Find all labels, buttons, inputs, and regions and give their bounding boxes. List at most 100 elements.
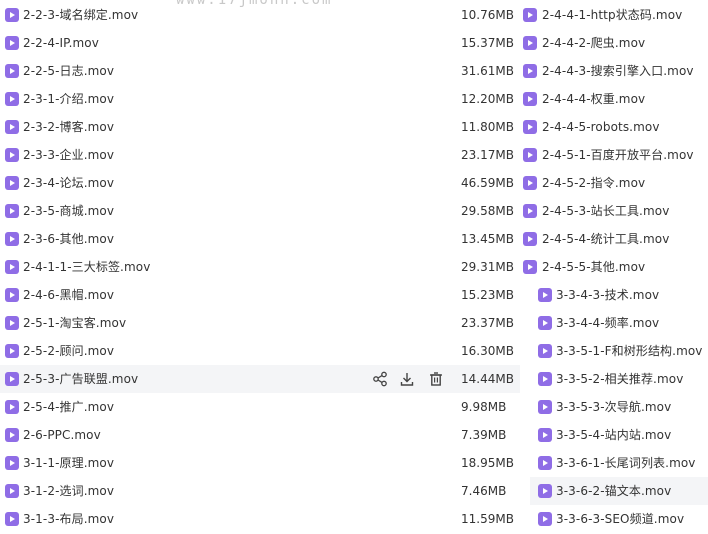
file-row[interactable]: 2-5-3-广告联盟.mov 14.44MB <box>0 365 520 393</box>
file-row[interactable]: 2-3-3-企业.mov 23.17MB <box>0 141 520 169</box>
file-size: 7.46MB <box>461 484 507 498</box>
file-name[interactable]: 2-4-6-黑帽.mov <box>23 288 114 302</box>
file-row[interactable]: 3-3-6-2-锚文本.mov <box>530 477 708 505</box>
file-name[interactable]: 3-3-5-3-次导航.mov <box>556 400 671 414</box>
file-row[interactable]: 2-4-4-3-搜索引擎入口.mov <box>520 57 708 85</box>
file-size: 15.23MB <box>461 288 514 302</box>
file-row[interactable]: 2-3-5-商城.mov 29.58MB <box>0 197 520 225</box>
file-name[interactable]: 3-3-4-3-技术.mov <box>556 288 659 302</box>
download-button[interactable] <box>399 371 415 387</box>
file-row[interactable]: 2-5-4-推广.mov 9.98MB <box>0 393 520 421</box>
file-name[interactable]: 3-3-6-3-SEO频道.mov <box>556 512 684 526</box>
file-name[interactable]: 2-4-4-4-权重.mov <box>542 92 645 106</box>
file-name[interactable]: 2-4-4-1-http状态码.mov <box>542 8 682 22</box>
file-size: 14.44MB <box>461 372 514 386</box>
file-row[interactable]: 2-5-2-顾问.mov 16.30MB <box>0 337 520 365</box>
file-row[interactable]: 3-3-5-2-相关推荐.mov <box>520 365 708 393</box>
file-name[interactable]: 2-2-3-域名绑定.mov <box>23 8 138 22</box>
file-name[interactable]: 3-3-6-1-长尾词列表.mov <box>556 456 696 470</box>
file-row[interactable]: 2-4-1-1-三大标签.mov 29.31MB <box>0 253 520 281</box>
file-name[interactable]: 3-3-4-4-频率.mov <box>556 316 659 330</box>
file-name[interactable]: 2-4-5-5-其他.mov <box>542 260 645 274</box>
file-name[interactable]: 2-5-4-推广.mov <box>23 400 114 414</box>
file-name[interactable]: 2-4-4-2-爬虫.mov <box>542 36 645 50</box>
file-name[interactable]: 2-4-5-3-站长工具.mov <box>542 204 669 218</box>
file-row[interactable]: 2-4-6-黑帽.mov 15.23MB <box>0 281 520 309</box>
file-row[interactable]: 2-6-PPC.mov 7.39MB <box>0 421 520 449</box>
file-name[interactable]: 3-3-5-2-相关推荐.mov <box>556 372 683 386</box>
file-name[interactable]: 3-3-5-4-站内站.mov <box>556 428 671 442</box>
video-file-icon <box>538 344 552 358</box>
file-name[interactable]: 2-3-6-其他.mov <box>23 232 114 246</box>
file-name[interactable]: 2-5-1-淘宝客.mov <box>23 316 126 330</box>
file-row[interactable]: 2-3-2-博客.mov 11.80MB <box>0 113 520 141</box>
file-name[interactable]: 2-3-3-企业.mov <box>23 148 114 162</box>
file-name[interactable]: 2-4-4-3-搜索引擎入口.mov <box>542 64 694 78</box>
file-row[interactable]: 3-3-5-4-站内站.mov <box>520 421 708 449</box>
video-file-icon <box>523 92 537 106</box>
file-row[interactable]: 2-4-4-2-爬虫.mov <box>520 29 708 57</box>
file-row[interactable]: 3-1-1-原理.mov 18.95MB <box>0 449 520 477</box>
video-file-icon <box>523 36 537 50</box>
file-row[interactable]: 3-3-4-4-频率.mov <box>520 309 708 337</box>
file-name[interactable]: 2-3-5-商城.mov <box>23 204 114 218</box>
file-row[interactable]: 2-4-5-1-百度开放平台.mov <box>520 141 708 169</box>
file-size: 12.20MB <box>461 92 514 106</box>
video-file-icon <box>523 8 537 22</box>
file-row[interactable]: 2-4-5-3-站长工具.mov <box>520 197 708 225</box>
file-row[interactable]: 2-4-4-4-权重.mov <box>520 85 708 113</box>
file-row[interactable]: 3-1-2-选词.mov 7.46MB <box>0 477 520 505</box>
video-file-icon <box>538 512 552 526</box>
file-row[interactable]: 2-2-4-IP.mov 15.37MB <box>0 29 520 57</box>
file-name[interactable]: 2-6-PPC.mov <box>23 428 101 442</box>
file-name[interactable]: 2-4-5-1-百度开放平台.mov <box>542 148 694 162</box>
video-file-icon <box>5 8 19 22</box>
file-row[interactable]: 3-3-5-1-F和树形结构.mov <box>520 337 708 365</box>
file-name[interactable]: 3-1-1-原理.mov <box>23 456 114 470</box>
file-row[interactable]: 3-3-5-3-次导航.mov <box>520 393 708 421</box>
file-name[interactable]: 2-5-3-广告联盟.mov <box>23 372 138 386</box>
file-row[interactable]: 2-4-4-1-http状态码.mov <box>520 1 708 29</box>
video-file-icon <box>523 260 537 274</box>
file-name[interactable]: 2-5-2-顾问.mov <box>23 344 114 358</box>
file-size: 23.17MB <box>461 148 514 162</box>
file-name[interactable]: 2-4-1-1-三大标签.mov <box>23 260 150 274</box>
file-size: 7.39MB <box>461 428 507 442</box>
video-file-icon <box>5 260 19 274</box>
video-file-icon <box>5 484 19 498</box>
file-row[interactable]: 2-4-5-2-指令.mov <box>520 169 708 197</box>
file-name[interactable]: 2-3-2-博客.mov <box>23 120 114 134</box>
file-name[interactable]: 2-4-5-4-统计工具.mov <box>542 232 669 246</box>
file-row[interactable]: 2-2-5-日志.mov 31.61MB <box>0 57 520 85</box>
file-row[interactable]: 2-4-5-4-统计工具.mov <box>520 225 708 253</box>
file-name[interactable]: 2-3-1-介绍.mov <box>23 92 114 106</box>
video-file-icon <box>5 428 19 442</box>
file-name[interactable]: 2-2-4-IP.mov <box>23 36 99 50</box>
video-file-icon <box>523 204 537 218</box>
video-file-icon <box>5 456 19 470</box>
file-row[interactable]: 2-3-1-介绍.mov 12.20MB <box>0 85 520 113</box>
file-row[interactable]: 3-1-3-布局.mov 11.59MB <box>0 505 520 533</box>
file-row[interactable]: 3-3-6-1-长尾词列表.mov <box>520 449 708 477</box>
file-name[interactable]: 3-1-2-选词.mov <box>23 484 114 498</box>
file-row[interactable]: 2-4-4-5-robots.mov <box>520 113 708 141</box>
file-name[interactable]: 3-3-6-2-锚文本.mov <box>556 484 671 498</box>
video-file-icon <box>5 148 19 162</box>
file-name[interactable]: 3-3-5-1-F和树形结构.mov <box>556 344 703 358</box>
file-row[interactable]: 2-2-3-域名绑定.mov 10.76MB <box>0 1 520 29</box>
share-icon <box>372 371 388 390</box>
file-row[interactable]: 2-4-5-5-其他.mov <box>520 253 708 281</box>
video-file-icon <box>538 372 552 386</box>
delete-button[interactable] <box>428 371 444 387</box>
file-row[interactable]: 3-3-4-3-技术.mov <box>520 281 708 309</box>
file-name[interactable]: 2-3-4-论坛.mov <box>23 176 114 190</box>
file-name[interactable]: 2-4-5-2-指令.mov <box>542 176 645 190</box>
share-button[interactable] <box>372 371 388 387</box>
file-row[interactable]: 2-5-1-淘宝客.mov 23.37MB <box>0 309 520 337</box>
file-row[interactable]: 3-3-6-3-SEO频道.mov <box>520 505 708 533</box>
file-name[interactable]: 2-4-4-5-robots.mov <box>542 120 660 134</box>
file-row[interactable]: 2-3-6-其他.mov 13.45MB <box>0 225 520 253</box>
file-row[interactable]: 2-3-4-论坛.mov 46.59MB <box>0 169 520 197</box>
file-name[interactable]: 2-2-5-日志.mov <box>23 64 114 78</box>
file-name[interactable]: 3-1-3-布局.mov <box>23 512 114 526</box>
